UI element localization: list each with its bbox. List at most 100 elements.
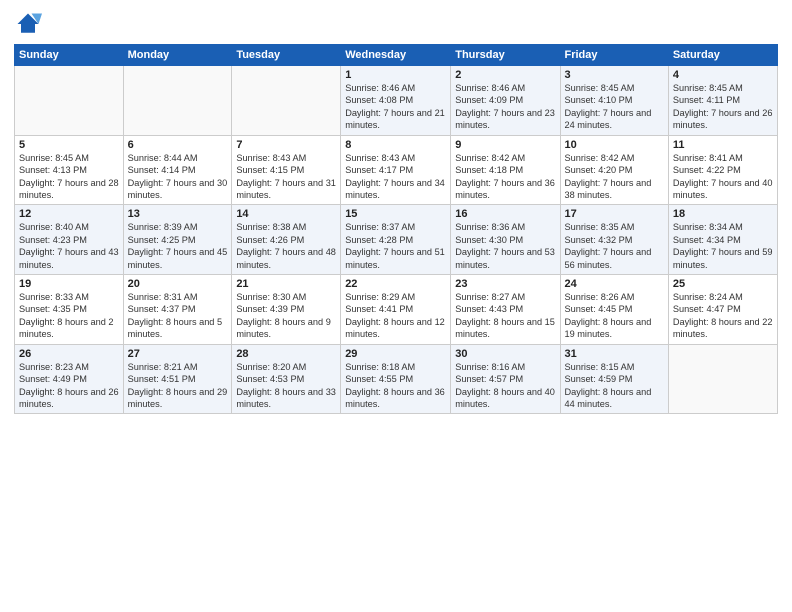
header bbox=[14, 10, 778, 38]
calendar-cell: 4Sunrise: 8:45 AM Sunset: 4:11 PM Daylig… bbox=[668, 66, 777, 136]
calendar-cell: 21Sunrise: 8:30 AM Sunset: 4:39 PM Dayli… bbox=[232, 275, 341, 345]
day-number: 10 bbox=[565, 139, 664, 151]
day-info: Sunrise: 8:27 AM Sunset: 4:43 PM Dayligh… bbox=[455, 291, 555, 341]
calendar-cell bbox=[15, 66, 124, 136]
logo-icon bbox=[14, 10, 42, 38]
day-number: 7 bbox=[236, 139, 336, 151]
calendar-week-2: 5Sunrise: 8:45 AM Sunset: 4:13 PM Daylig… bbox=[15, 135, 778, 205]
day-info: Sunrise: 8:37 AM Sunset: 4:28 PM Dayligh… bbox=[345, 221, 446, 271]
calendar-week-5: 26Sunrise: 8:23 AM Sunset: 4:49 PM Dayli… bbox=[15, 344, 778, 414]
calendar-cell: 24Sunrise: 8:26 AM Sunset: 4:45 PM Dayli… bbox=[560, 275, 668, 345]
day-number: 6 bbox=[128, 139, 228, 151]
day-info: Sunrise: 8:24 AM Sunset: 4:47 PM Dayligh… bbox=[673, 291, 773, 341]
day-info: Sunrise: 8:44 AM Sunset: 4:14 PM Dayligh… bbox=[128, 152, 228, 202]
day-info: Sunrise: 8:41 AM Sunset: 4:22 PM Dayligh… bbox=[673, 152, 773, 202]
day-number: 16 bbox=[455, 208, 555, 220]
calendar-cell: 14Sunrise: 8:38 AM Sunset: 4:26 PM Dayli… bbox=[232, 205, 341, 275]
logo bbox=[14, 10, 44, 38]
day-info: Sunrise: 8:45 AM Sunset: 4:11 PM Dayligh… bbox=[673, 82, 773, 132]
day-number: 25 bbox=[673, 278, 773, 290]
calendar-cell: 6Sunrise: 8:44 AM Sunset: 4:14 PM Daylig… bbox=[123, 135, 232, 205]
calendar-cell: 9Sunrise: 8:42 AM Sunset: 4:18 PM Daylig… bbox=[451, 135, 560, 205]
day-number: 12 bbox=[19, 208, 119, 220]
day-number: 8 bbox=[345, 139, 446, 151]
day-number: 23 bbox=[455, 278, 555, 290]
weekday-header-thursday: Thursday bbox=[451, 45, 560, 66]
weekday-header-tuesday: Tuesday bbox=[232, 45, 341, 66]
day-info: Sunrise: 8:23 AM Sunset: 4:49 PM Dayligh… bbox=[19, 361, 119, 411]
weekday-header-sunday: Sunday bbox=[15, 45, 124, 66]
calendar-cell: 12Sunrise: 8:40 AM Sunset: 4:23 PM Dayli… bbox=[15, 205, 124, 275]
day-info: Sunrise: 8:31 AM Sunset: 4:37 PM Dayligh… bbox=[128, 291, 228, 341]
day-info: Sunrise: 8:42 AM Sunset: 4:20 PM Dayligh… bbox=[565, 152, 664, 202]
day-info: Sunrise: 8:20 AM Sunset: 4:53 PM Dayligh… bbox=[236, 361, 336, 411]
page: SundayMondayTuesdayWednesdayThursdayFrid… bbox=[0, 0, 792, 612]
day-number: 9 bbox=[455, 139, 555, 151]
calendar-cell: 30Sunrise: 8:16 AM Sunset: 4:57 PM Dayli… bbox=[451, 344, 560, 414]
day-info: Sunrise: 8:35 AM Sunset: 4:32 PM Dayligh… bbox=[565, 221, 664, 271]
calendar-cell: 31Sunrise: 8:15 AM Sunset: 4:59 PM Dayli… bbox=[560, 344, 668, 414]
calendar-cell: 17Sunrise: 8:35 AM Sunset: 4:32 PM Dayli… bbox=[560, 205, 668, 275]
calendar-cell: 7Sunrise: 8:43 AM Sunset: 4:15 PM Daylig… bbox=[232, 135, 341, 205]
day-number: 5 bbox=[19, 139, 119, 151]
weekday-header-friday: Friday bbox=[560, 45, 668, 66]
day-info: Sunrise: 8:43 AM Sunset: 4:17 PM Dayligh… bbox=[345, 152, 446, 202]
calendar-cell: 15Sunrise: 8:37 AM Sunset: 4:28 PM Dayli… bbox=[341, 205, 451, 275]
day-info: Sunrise: 8:46 AM Sunset: 4:09 PM Dayligh… bbox=[455, 82, 555, 132]
day-number: 20 bbox=[128, 278, 228, 290]
day-number: 19 bbox=[19, 278, 119, 290]
calendar-cell: 1Sunrise: 8:46 AM Sunset: 4:08 PM Daylig… bbox=[341, 66, 451, 136]
day-number: 27 bbox=[128, 348, 228, 360]
calendar-cell: 19Sunrise: 8:33 AM Sunset: 4:35 PM Dayli… bbox=[15, 275, 124, 345]
day-info: Sunrise: 8:33 AM Sunset: 4:35 PM Dayligh… bbox=[19, 291, 119, 341]
calendar-cell: 13Sunrise: 8:39 AM Sunset: 4:25 PM Dayli… bbox=[123, 205, 232, 275]
calendar-cell: 16Sunrise: 8:36 AM Sunset: 4:30 PM Dayli… bbox=[451, 205, 560, 275]
weekday-header-row: SundayMondayTuesdayWednesdayThursdayFrid… bbox=[15, 45, 778, 66]
calendar-cell: 18Sunrise: 8:34 AM Sunset: 4:34 PM Dayli… bbox=[668, 205, 777, 275]
calendar-week-1: 1Sunrise: 8:46 AM Sunset: 4:08 PM Daylig… bbox=[15, 66, 778, 136]
day-info: Sunrise: 8:38 AM Sunset: 4:26 PM Dayligh… bbox=[236, 221, 336, 271]
calendar-week-4: 19Sunrise: 8:33 AM Sunset: 4:35 PM Dayli… bbox=[15, 275, 778, 345]
calendar-cell: 25Sunrise: 8:24 AM Sunset: 4:47 PM Dayli… bbox=[668, 275, 777, 345]
day-info: Sunrise: 8:29 AM Sunset: 4:41 PM Dayligh… bbox=[345, 291, 446, 341]
day-info: Sunrise: 8:34 AM Sunset: 4:34 PM Dayligh… bbox=[673, 221, 773, 271]
calendar-cell: 27Sunrise: 8:21 AM Sunset: 4:51 PM Dayli… bbox=[123, 344, 232, 414]
day-number: 14 bbox=[236, 208, 336, 220]
day-number: 2 bbox=[455, 69, 555, 81]
day-number: 24 bbox=[565, 278, 664, 290]
calendar-cell: 28Sunrise: 8:20 AM Sunset: 4:53 PM Dayli… bbox=[232, 344, 341, 414]
day-info: Sunrise: 8:43 AM Sunset: 4:15 PM Dayligh… bbox=[236, 152, 336, 202]
day-info: Sunrise: 8:30 AM Sunset: 4:39 PM Dayligh… bbox=[236, 291, 336, 341]
day-info: Sunrise: 8:39 AM Sunset: 4:25 PM Dayligh… bbox=[128, 221, 228, 271]
calendar-cell: 23Sunrise: 8:27 AM Sunset: 4:43 PM Dayli… bbox=[451, 275, 560, 345]
weekday-header-saturday: Saturday bbox=[668, 45, 777, 66]
day-info: Sunrise: 8:18 AM Sunset: 4:55 PM Dayligh… bbox=[345, 361, 446, 411]
day-info: Sunrise: 8:36 AM Sunset: 4:30 PM Dayligh… bbox=[455, 221, 555, 271]
day-number: 31 bbox=[565, 348, 664, 360]
calendar: SundayMondayTuesdayWednesdayThursdayFrid… bbox=[14, 44, 778, 414]
day-info: Sunrise: 8:15 AM Sunset: 4:59 PM Dayligh… bbox=[565, 361, 664, 411]
day-number: 1 bbox=[345, 69, 446, 81]
calendar-cell: 10Sunrise: 8:42 AM Sunset: 4:20 PM Dayli… bbox=[560, 135, 668, 205]
day-number: 4 bbox=[673, 69, 773, 81]
day-number: 29 bbox=[345, 348, 446, 360]
day-info: Sunrise: 8:26 AM Sunset: 4:45 PM Dayligh… bbox=[565, 291, 664, 341]
day-number: 17 bbox=[565, 208, 664, 220]
calendar-cell bbox=[123, 66, 232, 136]
calendar-cell: 8Sunrise: 8:43 AM Sunset: 4:17 PM Daylig… bbox=[341, 135, 451, 205]
day-info: Sunrise: 8:16 AM Sunset: 4:57 PM Dayligh… bbox=[455, 361, 555, 411]
calendar-cell: 20Sunrise: 8:31 AM Sunset: 4:37 PM Dayli… bbox=[123, 275, 232, 345]
day-number: 11 bbox=[673, 139, 773, 151]
day-info: Sunrise: 8:45 AM Sunset: 4:10 PM Dayligh… bbox=[565, 82, 664, 132]
day-info: Sunrise: 8:42 AM Sunset: 4:18 PM Dayligh… bbox=[455, 152, 555, 202]
calendar-cell: 22Sunrise: 8:29 AM Sunset: 4:41 PM Dayli… bbox=[341, 275, 451, 345]
day-number: 3 bbox=[565, 69, 664, 81]
day-number: 15 bbox=[345, 208, 446, 220]
day-number: 28 bbox=[236, 348, 336, 360]
day-number: 26 bbox=[19, 348, 119, 360]
calendar-cell: 29Sunrise: 8:18 AM Sunset: 4:55 PM Dayli… bbox=[341, 344, 451, 414]
calendar-cell: 3Sunrise: 8:45 AM Sunset: 4:10 PM Daylig… bbox=[560, 66, 668, 136]
calendar-cell: 5Sunrise: 8:45 AM Sunset: 4:13 PM Daylig… bbox=[15, 135, 124, 205]
day-info: Sunrise: 8:40 AM Sunset: 4:23 PM Dayligh… bbox=[19, 221, 119, 271]
day-info: Sunrise: 8:45 AM Sunset: 4:13 PM Dayligh… bbox=[19, 152, 119, 202]
